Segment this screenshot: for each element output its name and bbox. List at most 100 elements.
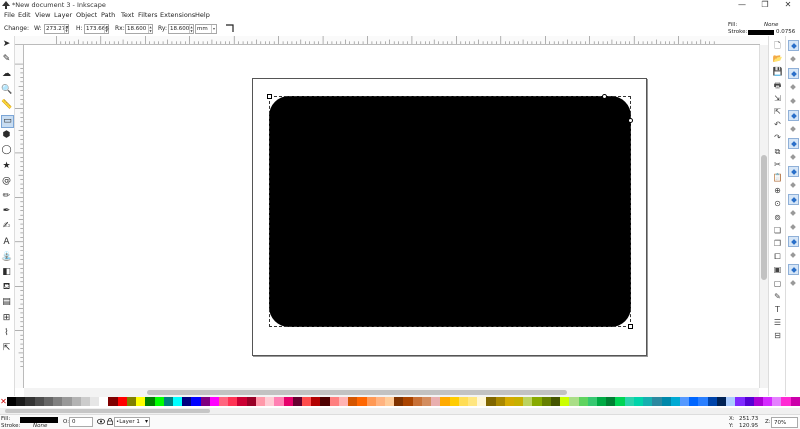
fill-stroke-icon[interactable]: ✎ <box>772 291 783 302</box>
export-icon[interactable]: ⇱ <box>772 106 783 117</box>
snap-text-baseline-icon[interactable] <box>788 236 799 247</box>
vertical-ruler[interactable] <box>15 45 24 388</box>
color-swatch[interactable] <box>670 397 680 406</box>
color-swatch[interactable] <box>228 397 238 406</box>
spray-tool-button[interactable]: ⛲ <box>1 252 14 265</box>
color-swatch[interactable] <box>80 397 90 406</box>
menu-extensions[interactable]: Extensions <box>160 11 195 19</box>
color-swatch[interactable] <box>366 397 376 406</box>
zoom-drawing-icon[interactable]: ⊙ <box>772 198 783 209</box>
width-field[interactable]: 273.277 ▲ ▼ <box>44 24 69 34</box>
import-icon[interactable]: ⇲ <box>772 93 783 104</box>
color-swatch[interactable] <box>108 397 118 406</box>
color-swatch[interactable] <box>753 397 763 406</box>
color-swatch[interactable] <box>707 397 717 406</box>
color-swatch[interactable] <box>615 397 625 406</box>
color-swatch[interactable] <box>412 397 422 406</box>
pencil-tool-button[interactable]: ✏ <box>1 191 14 204</box>
color-swatch[interactable] <box>486 397 496 406</box>
cut-icon[interactable]: ✂ <box>772 159 783 170</box>
color-swatch[interactable] <box>633 397 644 406</box>
color-swatch[interactable] <box>440 397 450 406</box>
menu-text[interactable]: Text <box>121 11 134 19</box>
menu-view[interactable]: View <box>35 11 50 19</box>
measure-tool-button[interactable]: 📏 <box>1 100 14 113</box>
snap-grid-icon[interactable] <box>788 264 799 275</box>
star-tool-button[interactable]: ★ <box>1 161 14 174</box>
ellipse-tool-button[interactable]: ◯ <box>1 145 14 158</box>
color-swatch[interactable] <box>449 397 459 406</box>
color-swatch[interactable] <box>311 397 321 406</box>
snap-bbox-midpoint-icon[interactable] <box>788 96 799 107</box>
color-swatch[interactable] <box>726 397 736 406</box>
color-swatch[interactable] <box>200 397 210 406</box>
mesh-tool-button[interactable]: ⊞ <box>1 313 14 326</box>
vertical-scrollbar[interactable] <box>759 45 768 388</box>
color-swatch[interactable] <box>790 397 800 406</box>
color-swatch[interactable] <box>255 397 266 406</box>
snap-object-center-icon[interactable] <box>788 208 799 219</box>
snap-bbox-corner-icon[interactable] <box>788 82 799 93</box>
color-swatch[interactable] <box>550 397 561 406</box>
maximize-button[interactable]: ❐ <box>757 0 773 10</box>
color-swatch[interactable] <box>661 397 671 406</box>
minimize-button[interactable]: — <box>734 0 750 10</box>
color-swatch[interactable] <box>172 397 183 406</box>
snap-bbox-edge-icon[interactable] <box>788 68 799 79</box>
color-swatch[interactable] <box>375 397 385 406</box>
horizontal-scroll-thumb[interactable] <box>147 390 567 395</box>
print-icon[interactable]: 🖶 <box>772 80 783 91</box>
color-swatch[interactable] <box>560 397 570 406</box>
color-swatch[interactable] <box>43 397 54 406</box>
vertical-scroll-thumb[interactable] <box>761 155 767 280</box>
color-swatch[interactable] <box>569 397 579 406</box>
stroke-swatch[interactable] <box>748 30 774 35</box>
color-swatch[interactable] <box>320 397 330 406</box>
height-field[interactable]: 173.666 ▲ ▼ <box>84 24 109 34</box>
snap-bbox-center-icon[interactable] <box>788 110 799 121</box>
ry-field[interactable]: 18.600 ▲ ▼ <box>168 24 194 34</box>
eye-icon[interactable] <box>97 418 105 425</box>
color-swatch[interactable] <box>735 397 745 406</box>
color-swatch[interactable] <box>99 397 109 406</box>
gradient-tool-button[interactable]: ▤ <box>1 297 14 310</box>
color-swatch[interactable] <box>136 397 146 406</box>
status-stroke-value[interactable]: None <box>33 423 47 429</box>
color-swatch[interactable] <box>191 397 201 406</box>
paste-icon[interactable]: 📋 <box>772 172 783 183</box>
open-document-icon[interactable]: 📂 <box>772 53 783 64</box>
color-swatch[interactable] <box>145 397 155 406</box>
color-swatch[interactable] <box>403 397 413 406</box>
color-swatch[interactable] <box>772 397 782 406</box>
node-tool-button[interactable]: ✎ <box>1 54 14 67</box>
color-swatch[interactable] <box>163 397 173 406</box>
connector-tool-button[interactable]: ⇱ <box>1 343 14 356</box>
color-swatch[interactable] <box>679 397 690 406</box>
color-swatch[interactable] <box>182 397 192 406</box>
color-swatch[interactable] <box>744 397 754 406</box>
snap-path-icon[interactable] <box>788 138 799 149</box>
palette-scroll-thumb[interactable] <box>5 409 210 413</box>
color-swatch[interactable] <box>587 397 597 406</box>
color-swatch[interactable] <box>762 397 773 406</box>
horizontal-ruler[interactable] <box>15 36 760 45</box>
rx-spin-icon[interactable]: ▲ ▼ <box>148 25 152 33</box>
copy-icon[interactable]: ⧉ <box>772 146 783 157</box>
color-swatch[interactable] <box>652 397 662 406</box>
color-swatch[interactable] <box>25 397 35 406</box>
color-swatch[interactable] <box>643 397 653 406</box>
rectangle-tool-button[interactable]: ▭ <box>1 115 14 128</box>
menu-help[interactable]: Help <box>195 11 210 19</box>
close-button[interactable]: ✕ <box>780 0 796 10</box>
snap-rotation-center-icon[interactable] <box>788 222 799 233</box>
color-swatch[interactable] <box>495 397 505 406</box>
color-swatch[interactable] <box>7 397 17 406</box>
text-tool-button[interactable]: A <box>1 237 14 250</box>
color-swatch[interactable] <box>302 397 312 406</box>
duplicate-icon[interactable]: ❏ <box>772 225 783 236</box>
horizontal-scrollbar[interactable] <box>24 388 759 397</box>
paint-bucket-tool-button[interactable]: ⛾ <box>1 282 14 295</box>
color-swatch[interactable] <box>532 397 542 406</box>
color-swatch[interactable] <box>384 397 395 406</box>
dropper-tool-button[interactable]: ⌇ <box>1 328 14 341</box>
